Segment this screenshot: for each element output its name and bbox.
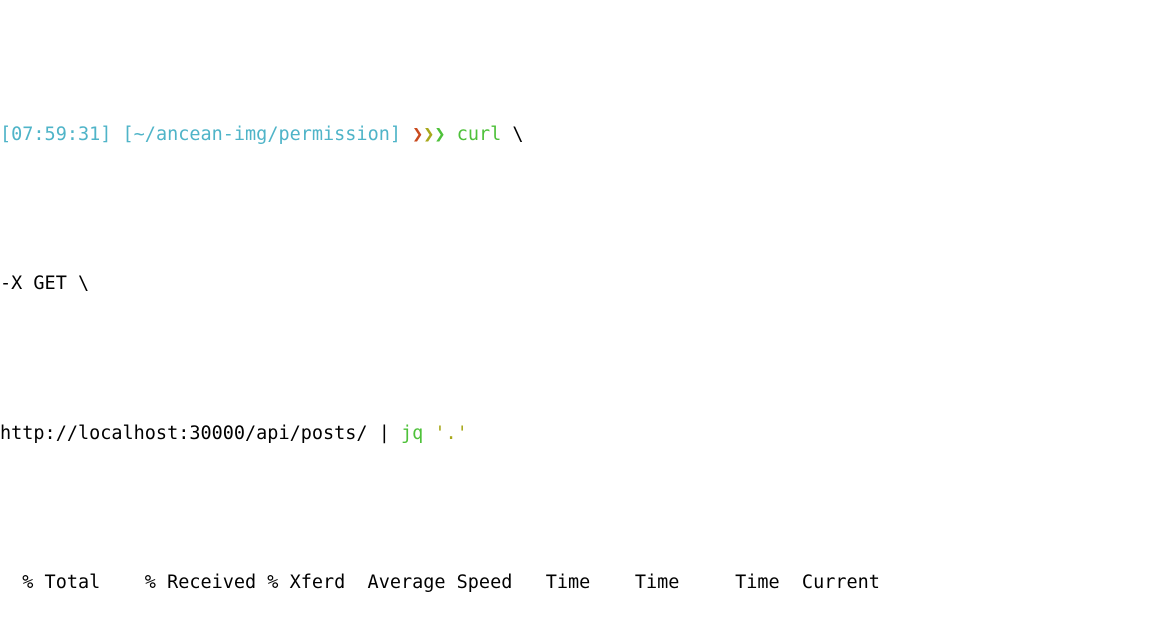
command-flag-line: -X GET \ bbox=[0, 269, 1176, 299]
chevron-yellow-icon: ❯ bbox=[423, 123, 435, 145]
command-flag: -X GET \ bbox=[0, 273, 90, 295]
prompt-path: [~/ancean-img/permission] bbox=[122, 123, 401, 145]
jq-filter: '.' bbox=[434, 422, 468, 444]
chevron-green-icon: ❯ bbox=[434, 123, 446, 145]
command-jq: jq bbox=[400, 422, 424, 444]
command-url-line: http://localhost:30000/api/posts/ | jq '… bbox=[0, 419, 1176, 449]
curl-progress-header-1: % Total % Received % Xferd Average Speed… bbox=[0, 572, 880, 594]
pipe-operator: | bbox=[378, 422, 390, 444]
request-url: http://localhost:30000/api/posts/ bbox=[0, 422, 368, 444]
command-curl: curl bbox=[456, 123, 502, 145]
prompt-timestamp: [07:59:31] bbox=[0, 123, 112, 145]
prompt-line: [07:59:31] [~/ancean-img/permission] ❯❯❯… bbox=[0, 120, 1176, 150]
line-continuation: \ bbox=[512, 123, 524, 145]
terminal-window[interactable]: [07:59:31] [~/ancean-img/permission] ❯❯❯… bbox=[0, 0, 1176, 628]
chevron-red-icon: ❯ bbox=[412, 123, 424, 145]
